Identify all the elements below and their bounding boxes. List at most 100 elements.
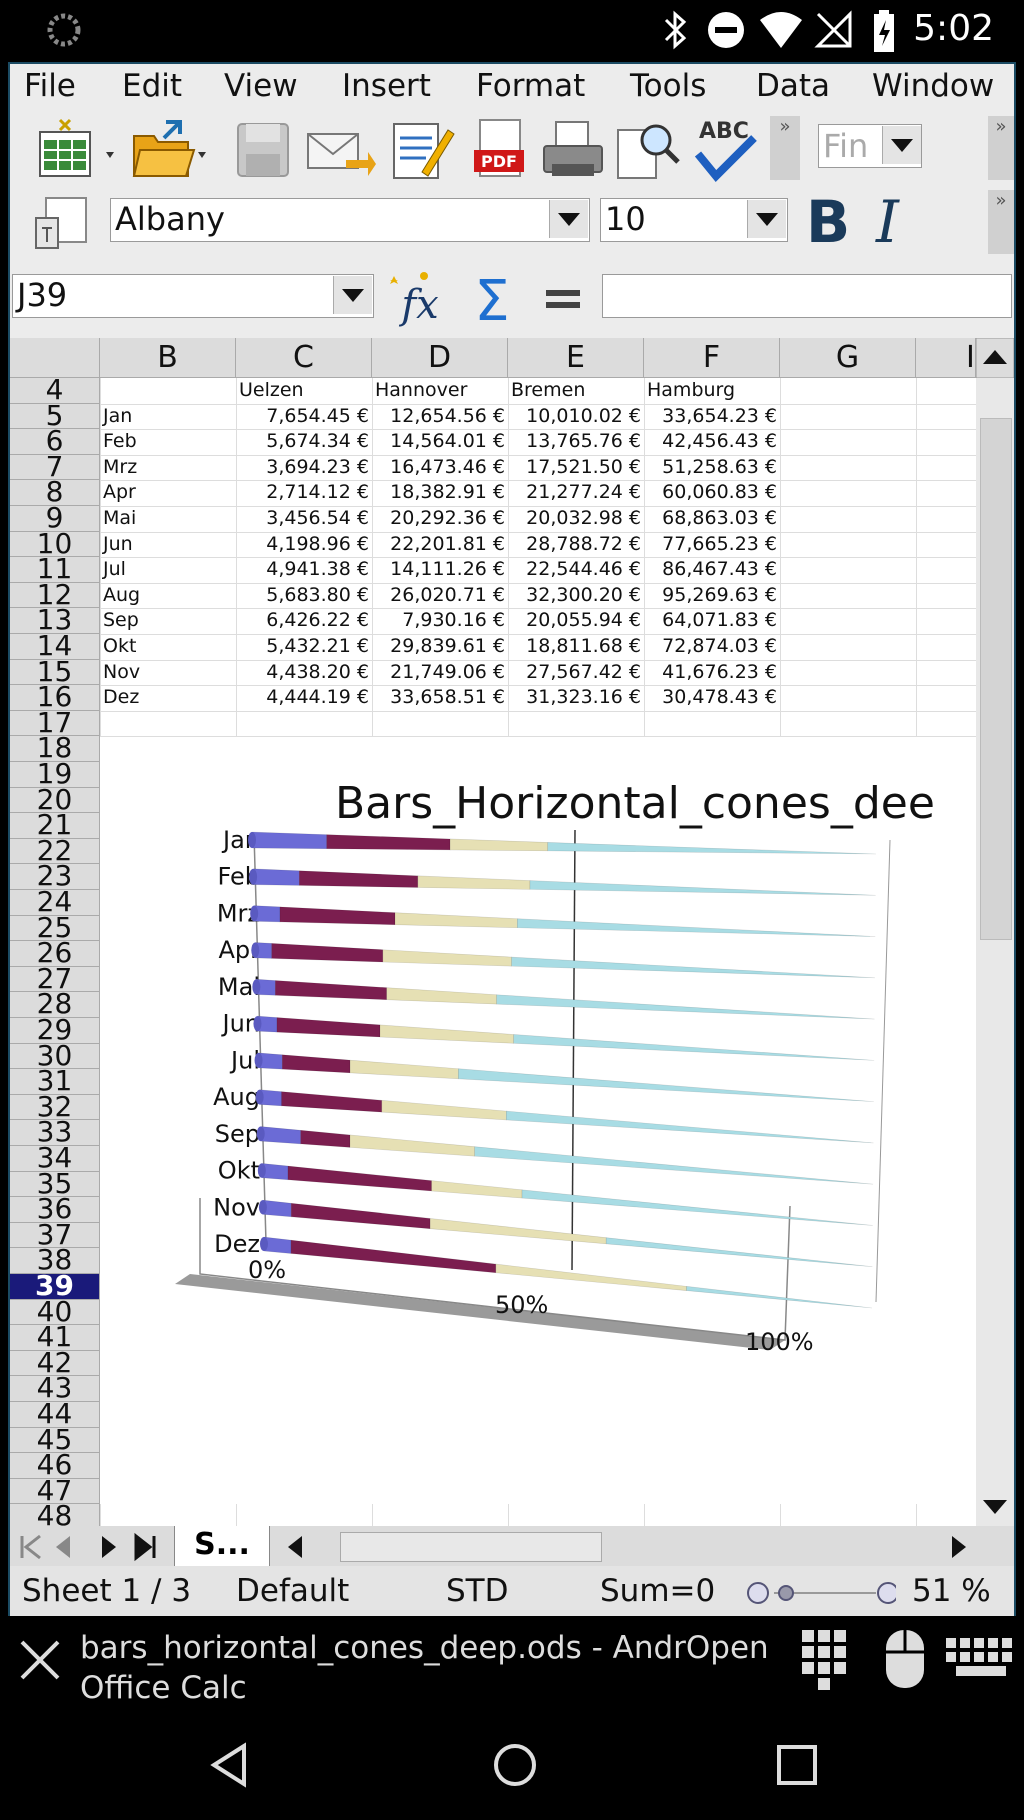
value-cell[interactable]: 5,683.80 € bbox=[236, 583, 369, 608]
month-cell[interactable]: Dez bbox=[103, 685, 139, 710]
value-cell[interactable]: 3,694.23 € bbox=[236, 455, 369, 480]
row-header[interactable]: 26 bbox=[10, 941, 100, 967]
value-cell[interactable]: 20,055.94 € bbox=[508, 608, 641, 633]
row-header[interactable]: 42 bbox=[10, 1350, 100, 1377]
row-header[interactable]: 23 bbox=[10, 864, 100, 890]
sheet-navigation[interactable] bbox=[14, 1530, 164, 1564]
value-cell[interactable]: 4,444.19 € bbox=[236, 685, 369, 710]
value-cell[interactable]: 7,930.16 € bbox=[372, 608, 505, 633]
row-header[interactable]: 5 bbox=[10, 403, 100, 430]
month-cell[interactable]: Nov bbox=[103, 660, 140, 685]
row-header[interactable]: 19 bbox=[10, 762, 100, 788]
row-header[interactable]: 38 bbox=[10, 1248, 100, 1274]
row-header[interactable]: 18 bbox=[10, 736, 100, 762]
style-dropdown-arrow[interactable] bbox=[882, 126, 921, 164]
value-cell[interactable]: 29,839.61 € bbox=[372, 634, 505, 659]
font-size-dropdown-arrow[interactable] bbox=[747, 200, 786, 238]
name-box-dropdown-arrow[interactable] bbox=[333, 276, 372, 314]
toolbar-overflow-3[interactable]: » bbox=[988, 190, 1014, 254]
value-cell[interactable]: 64,071.83 € bbox=[644, 608, 777, 633]
row-header[interactable]: 43 bbox=[10, 1376, 100, 1402]
row-header[interactable]: 21 bbox=[10, 813, 100, 839]
name-box[interactable]: J39 bbox=[12, 274, 374, 318]
chart[interactable]: Bars_Horizontal_cones_dee JanFebMrzAprMa… bbox=[100, 754, 976, 1422]
value-cell[interactable]: 16,473.46 € bbox=[372, 455, 505, 480]
month-cell[interactable]: Okt bbox=[103, 634, 136, 659]
keypad-icon[interactable] bbox=[800, 1628, 850, 1692]
spellcheck-icon[interactable]: ABC bbox=[690, 114, 760, 184]
row-header[interactable]: 28 bbox=[10, 992, 100, 1018]
row-header[interactable]: 11 bbox=[10, 557, 100, 583]
styles-icon[interactable] bbox=[32, 192, 92, 254]
value-cell[interactable]: 27,567.42 € bbox=[508, 660, 641, 685]
row-header[interactable]: 4 bbox=[10, 378, 100, 404]
email-icon[interactable] bbox=[304, 116, 376, 182]
row-header[interactable]: 15 bbox=[10, 659, 100, 686]
row-header[interactable]: 47 bbox=[10, 1478, 100, 1505]
row-header[interactable]: 24 bbox=[10, 890, 100, 916]
value-cell[interactable]: 31,323.16 € bbox=[508, 685, 641, 710]
save-icon[interactable] bbox=[232, 116, 294, 182]
value-cell[interactable]: 13,765.76 € bbox=[508, 429, 641, 454]
row-header[interactable]: 44 bbox=[10, 1402, 100, 1428]
value-cell[interactable]: 5,674.34 € bbox=[236, 429, 369, 454]
value-cell[interactable]: 18,382.91 € bbox=[372, 480, 505, 505]
value-cell[interactable]: 33,654.23 € bbox=[644, 404, 777, 429]
selection-mode[interactable]: STD bbox=[446, 1573, 508, 1609]
row-header[interactable]: 20 bbox=[10, 787, 100, 814]
value-cell[interactable]: 95,269.63 € bbox=[644, 583, 777, 608]
value-cell[interactable]: 41,676.23 € bbox=[644, 660, 777, 685]
value-cell[interactable]: 20,032.98 € bbox=[508, 506, 641, 531]
value-cell[interactable]: 6,426.22 € bbox=[236, 608, 369, 633]
column-header-c[interactable]: C bbox=[236, 338, 372, 378]
value-cell[interactable]: 12,654.56 € bbox=[372, 404, 505, 429]
menu-format[interactable]: Format bbox=[476, 68, 585, 104]
row-header[interactable]: 33 bbox=[10, 1120, 100, 1146]
font-size-box[interactable]: 10 bbox=[600, 198, 788, 242]
value-cell[interactable]: 72,874.03 € bbox=[644, 634, 777, 659]
print-icon[interactable] bbox=[538, 116, 608, 182]
row-header[interactable]: 41 bbox=[10, 1325, 100, 1351]
month-cell[interactable]: Jan bbox=[103, 404, 132, 429]
month-cell[interactable]: Apr bbox=[103, 480, 136, 505]
row-header[interactable]: 40 bbox=[10, 1299, 100, 1326]
value-cell[interactable]: 21,749.06 € bbox=[372, 660, 505, 685]
close-icon[interactable] bbox=[16, 1636, 64, 1684]
table-header-cell[interactable]: Bremen bbox=[511, 378, 585, 403]
value-cell[interactable]: 68,863.03 € bbox=[644, 506, 777, 531]
row-header[interactable]: 34 bbox=[10, 1146, 100, 1172]
month-cell[interactable]: Mai bbox=[103, 506, 136, 531]
formula-icon[interactable] bbox=[538, 276, 588, 320]
value-cell[interactable]: 51,258.63 € bbox=[644, 455, 777, 480]
row-header[interactable]: 8 bbox=[10, 480, 100, 506]
font-name-dropdown-arrow[interactable] bbox=[549, 200, 588, 238]
value-cell[interactable]: 22,201.81 € bbox=[372, 532, 505, 557]
style-box[interactable]: Fin bbox=[818, 124, 922, 168]
value-cell[interactable]: 7,654.45 € bbox=[236, 404, 369, 429]
row-header[interactable]: 48 bbox=[10, 1504, 100, 1526]
row-header[interactable]: 17 bbox=[10, 710, 100, 737]
row-header[interactable]: 45 bbox=[10, 1427, 100, 1454]
value-cell[interactable]: 26,020.71 € bbox=[372, 583, 505, 608]
value-cell[interactable]: 17,521.50 € bbox=[508, 455, 641, 480]
zoom-slider[interactable] bbox=[746, 1578, 896, 1608]
row-header[interactable]: 30 bbox=[10, 1043, 100, 1070]
value-cell[interactable]: 4,941.38 € bbox=[236, 557, 369, 582]
row-header[interactable]: 12 bbox=[10, 582, 100, 609]
month-cell[interactable]: Jun bbox=[103, 532, 133, 557]
zoom-level[interactable]: 51 % bbox=[912, 1573, 991, 1609]
row-header[interactable]: 16 bbox=[10, 685, 100, 711]
font-name-box[interactable]: Albany bbox=[110, 198, 590, 242]
value-cell[interactable]: 10,010.02 € bbox=[508, 404, 641, 429]
table-header-cell[interactable]: Hamburg bbox=[647, 378, 735, 403]
month-cell[interactable]: Sep bbox=[103, 608, 139, 633]
row-header[interactable]: 10 bbox=[10, 531, 100, 558]
month-cell[interactable]: Mrz bbox=[103, 455, 137, 480]
value-cell[interactable]: 4,198.96 € bbox=[236, 532, 369, 557]
toolbar-overflow-2[interactable]: » bbox=[988, 116, 1014, 180]
scroll-down-icon[interactable] bbox=[976, 1486, 1014, 1526]
row-header[interactable]: 25 bbox=[10, 915, 100, 942]
vertical-scroll-thumb[interactable] bbox=[980, 418, 1012, 940]
column-header-b[interactable]: B bbox=[100, 338, 236, 378]
toolbar-overflow[interactable]: » bbox=[770, 116, 800, 180]
